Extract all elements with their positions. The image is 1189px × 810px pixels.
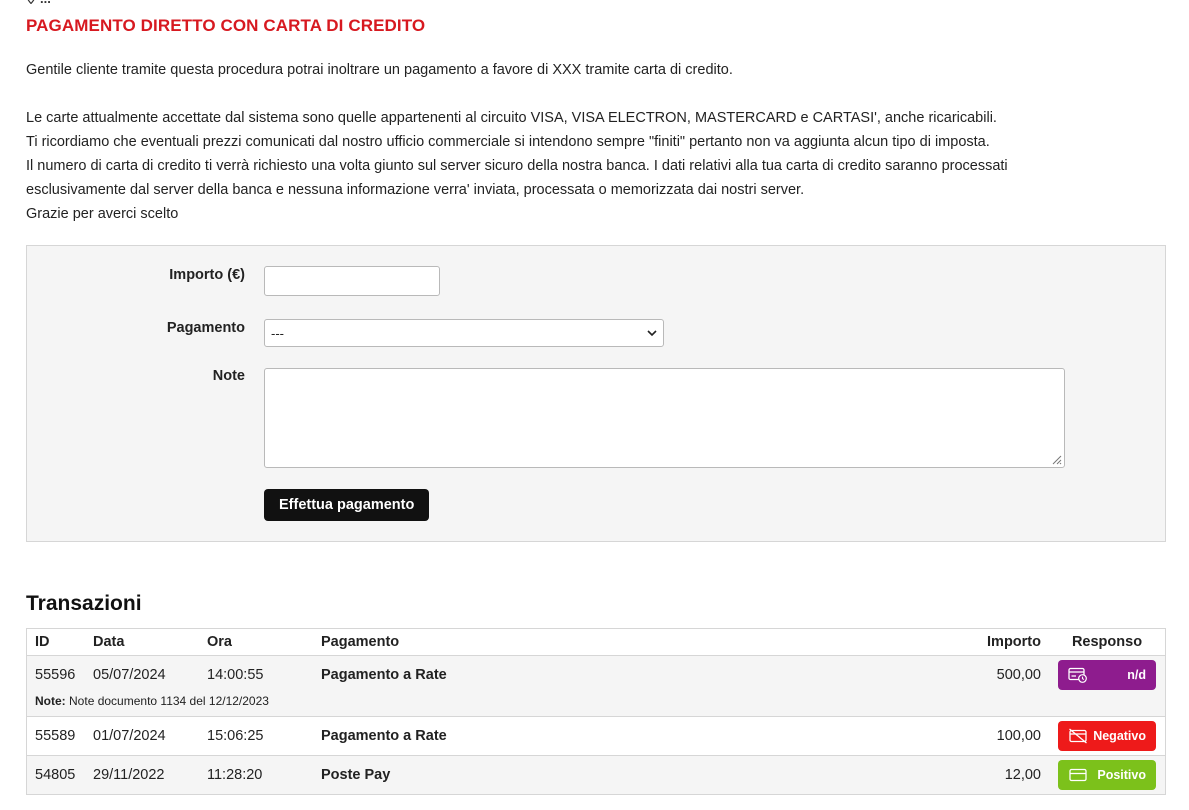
cell-response: Negativo — [1049, 716, 1166, 756]
amount-input[interactable] — [264, 266, 440, 296]
status-badge-nd[interactable]: n/d — [1058, 660, 1156, 690]
note-textarea[interactable] — [264, 368, 1065, 468]
intro-line: Grazie per averci scelto — [26, 206, 179, 222]
map-pin-icon — [27, 0, 35, 4]
cell-time: 11:28:20 — [199, 755, 313, 795]
card-pending-icon — [1068, 667, 1087, 683]
note-label: Note — [212, 368, 245, 384]
resize-grip-icon[interactable] — [1050, 453, 1062, 465]
transactions-table: ID Data Ora Pagamento Importo Responso 5… — [26, 628, 1166, 795]
column-header-time: Ora — [199, 628, 313, 656]
cell-date: 01/07/2024 — [85, 716, 199, 756]
amount-label: Importo (€) — [169, 267, 245, 283]
cell-response: Positivo — [1049, 755, 1166, 795]
intro-line: Gentile cliente tramite questa procedura… — [26, 62, 733, 78]
cell-payment: Pagamento a Rate — [313, 716, 923, 756]
cell-id: 55589 — [26, 716, 85, 756]
cell-time: 15:06:25 — [199, 716, 313, 756]
status-badge-text: Negativo — [1093, 729, 1146, 743]
table-row: 54805 29/11/2022 11:28:20 Poste Pay 12,0… — [26, 755, 1166, 795]
status-badge-positive[interactable]: Positivo — [1058, 760, 1156, 790]
column-header-response: Responso — [1049, 628, 1166, 656]
intro-line: esclusivamente dal server della banca e … — [26, 182, 805, 198]
page-title: PAGAMENTO DIRETTO CON CARTA DI CREDITO — [26, 16, 426, 35]
status-badge-text: n/d — [1127, 668, 1146, 682]
cell-note: Note: Note documento 1134 del 12/12/2023 — [26, 694, 1166, 717]
card-off-icon — [1069, 728, 1087, 744]
payment-form: Importo (€) Pagamento --- Note Effettua … — [26, 245, 1166, 542]
credit-card-icon — [1069, 768, 1087, 782]
cell-payment: Pagamento a Rate — [313, 655, 923, 694]
column-header-date: Data — [85, 628, 199, 656]
breadcrumb: ... — [26, 0, 51, 6]
table-row: 55589 01/07/2024 15:06:25 Pagamento a Ra… — [26, 716, 1166, 756]
column-header-amount: Importo — [923, 628, 1049, 656]
payment-label: Pagamento — [166, 320, 245, 336]
intro-line: Il numero di carta di credito ti verrà r… — [26, 158, 1008, 174]
table-note-row: Note: Note documento 1134 del 12/12/2023 — [26, 694, 1166, 717]
intro-line: Ti ricordiamo che eventuali prezzi comun… — [26, 134, 990, 150]
note-text: Note documento 1134 del 12/12/2023 — [69, 694, 269, 708]
cell-time: 14:00:55 — [199, 655, 313, 694]
chevron-down-icon — [647, 329, 657, 336]
cell-payment: Poste Pay — [313, 755, 923, 795]
cell-amount: 100,00 — [923, 716, 1049, 756]
cell-id: 54805 — [26, 755, 85, 795]
breadcrumb-text[interactable]: ... — [40, 0, 51, 6]
payment-select-value: --- — [271, 325, 284, 341]
intro-line: Le carte attualmente accettate dal siste… — [26, 110, 997, 126]
cell-id: 55596 — [26, 655, 85, 694]
cell-response: n/d — [1049, 655, 1166, 694]
status-badge-negative[interactable]: Negativo — [1058, 721, 1156, 751]
table-row: 55596 05/07/2024 14:00:55 Pagamento a Ra… — [26, 655, 1166, 694]
note-prefix: Note: — [35, 694, 66, 708]
status-badge-text: Positivo — [1097, 768, 1146, 782]
column-header-id: ID — [26, 628, 85, 656]
table-header-row: ID Data Ora Pagamento Importo Responso — [26, 628, 1166, 656]
column-header-payment: Pagamento — [313, 628, 923, 656]
transactions-title: Transazioni — [26, 592, 142, 615]
intro-text: Gentile cliente tramite questa procedura… — [26, 58, 1166, 226]
submit-payment-button[interactable]: Effettua pagamento — [264, 489, 430, 521]
cell-amount: 500,00 — [923, 655, 1049, 694]
cell-amount: 12,00 — [923, 755, 1049, 795]
cell-date: 05/07/2024 — [85, 655, 199, 694]
payment-select[interactable]: --- — [264, 319, 664, 347]
cell-date: 29/11/2022 — [85, 755, 199, 795]
